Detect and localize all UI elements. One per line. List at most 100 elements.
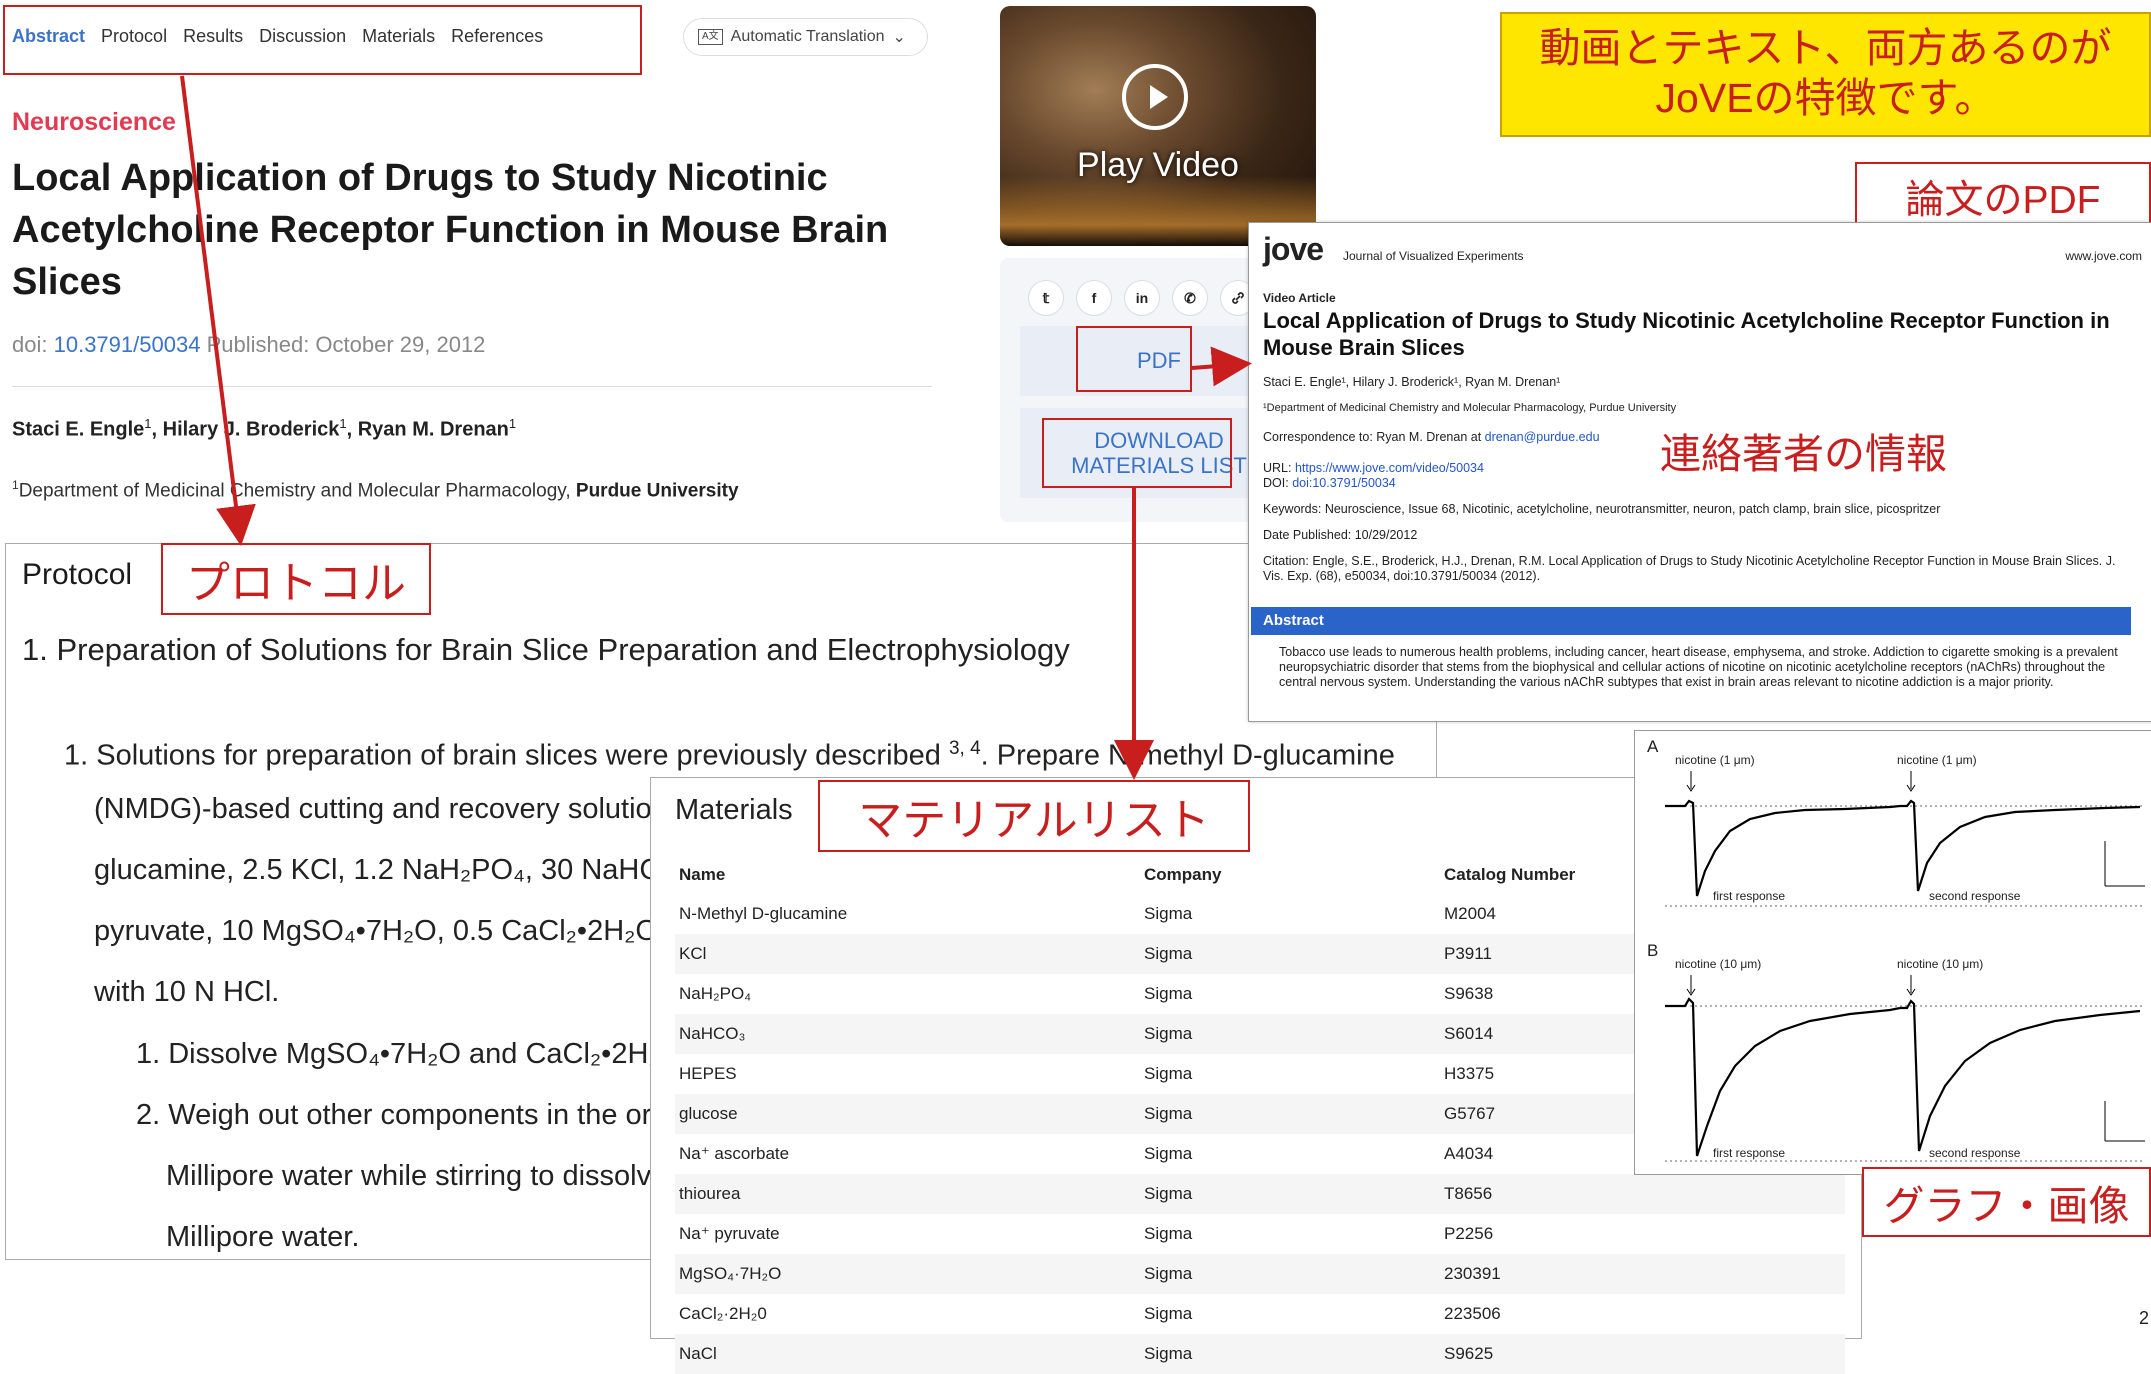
nav-highlight-box [3,5,642,75]
pdf-journal-name: Journal of Visualized Experiments [1343,249,1524,263]
cell-catalog: S9625 [1440,1334,1845,1374]
share-row: 𝕥 f in ✆ [1028,280,1256,316]
protocol-heading: Protocol [22,558,133,591]
doi-row: doi: 10.3791/50034 Published: October 29… [12,332,485,358]
cell-name: Na⁺ pyruvate [679,1224,780,1243]
pdf-url-link[interactable]: https://www.jove.com/video/50034 [1295,461,1484,475]
pdf-date: Date Published: 10/29/2012 [1263,528,1418,542]
affiliation: 1Department of Medicinal Chemistry and M… [12,478,739,502]
linkedin-icon[interactable]: in [1124,280,1160,316]
affiliation-dept: Department of Medicinal Chemistry and Mo… [18,480,571,502]
page-number: 2 [2138,1308,2149,1328]
automatic-translation-button[interactable]: A文 Automatic Translation ⌄ [683,18,928,56]
table-row: NaCl Sigma S9625 [675,1334,1845,1374]
author-sup: 1 [144,416,152,431]
pdf-highlight-box [1076,326,1192,392]
pdf-abstract-heading: Abstract [1251,607,2131,635]
callout-protocol: プロトコル [161,543,431,615]
translate-icon: A文 [698,29,723,45]
protocol-substep-1: 1. Dissolve MgSO₄•7H₂O and CaCl₂•2H₂ [136,1038,660,1070]
cell-catalog: T8656 [1440,1174,1845,1214]
cell-name: thiourea [675,1174,1140,1214]
category-label[interactable]: Neuroscience [12,108,176,137]
table-row: MgSO₄·7H₂O Sigma 230391 [675,1254,1845,1294]
pdf-affiliation: ¹Department of Medicinal Chemistry and M… [1263,402,1677,414]
protocol-step-1-1-text-b: . Prepare N-methyl D-glucamine [980,739,1395,772]
table-row: Na⁺ pyruvate Sigma P2256 [675,1214,1845,1254]
cell-company: Sigma [1144,1064,1193,1083]
pdf-authors: Staci E. Engle¹, Hilary J. Broderick¹, R… [1263,375,1561,389]
pdf-email-link[interactable]: drenan@purdue.edu [1485,430,1600,444]
pdf-doi-label: DOI: [1263,476,1289,490]
callout-contact: 連絡著者の情報 [1660,431,1947,477]
cell-name: KCl [675,934,1140,974]
pdf-url-label: URL: [1263,461,1292,475]
cell-name: NaCl [675,1334,1140,1374]
video-player[interactable]: Play Video [1000,6,1316,246]
cell-catalog: 230391 [1440,1254,1845,1294]
cell-company: Sigma [1140,1174,1440,1214]
cell-name: Na⁺ ascorbate [679,1144,790,1163]
author-sup: 1 [339,416,347,431]
callout-graphs-label: グラフ・画像 [1883,1183,2130,1229]
protocol-step-1-1-text: 1. Solutions for preparation of brain sl… [64,739,941,772]
protocol-line: (NMDG)-based cutting and recovery soluti… [94,793,652,825]
published-date: Published: October 29, 2012 [206,332,486,357]
cell-name: N-Methyl D-glucamine [679,904,848,923]
cell-company: Sigma [1144,904,1193,923]
pdf-doi-link[interactable]: doi:10.3791/50034 [1292,476,1396,490]
protocol-line: Millipore water while stirring to dissol… [166,1160,652,1192]
protocol-line: with 10 N HCl. [94,976,280,1008]
jove-logo: jove [1263,231,1324,267]
column-header-company: Company [1144,865,1222,884]
author-name[interactable]: Ryan M. Drenan [358,419,509,441]
cell-company: Sigma [1144,1304,1193,1323]
cell-name: MgSO₄·7H₂O [675,1254,1140,1294]
cell-catalog: P2256 [1444,1224,1494,1243]
automatic-translation-label: Automatic Translation [730,28,885,45]
author-sup: 1 [508,416,517,431]
play-video-label[interactable]: Play Video [1000,146,1316,185]
figure-panel: A B nicotine (1 μm) nicotine (1 μm) nico… [1634,730,2151,1175]
table-row: thiourea Sigma T8656 [675,1174,1845,1214]
cell-company: Sigma [1144,1144,1193,1163]
twitter-icon[interactable]: 𝕥 [1028,280,1064,316]
pdf-title: Local Application of Drugs to Study Nico… [1263,308,2110,360]
cell-company: Sigma [1140,1014,1440,1054]
cell-company: Sigma [1144,984,1193,1003]
cell-company: Sigma [1140,1094,1440,1134]
divider [12,386,932,387]
cell-name: CaCl₂·2H₂0 [679,1304,767,1323]
doi-link[interactable]: 10.3791/50034 [54,332,201,357]
callout-graphs: グラフ・画像 [1862,1167,2151,1237]
chevron-down-icon: ⌄ [892,29,906,46]
pdf-site: www.jove.com [2065,249,2142,263]
cell-company: Sigma [1140,1334,1440,1374]
author-name[interactable]: Staci E. Engle [12,419,144,441]
affiliation-sup: 1 [12,478,19,492]
facebook-icon[interactable]: f [1076,280,1112,316]
protocol-substep-2: 2. Weigh out other components in the or [136,1099,652,1131]
cell-company: Sigma [1144,1224,1193,1243]
cell-name: NaH₂PO₄ [679,984,752,1003]
cell-catalog: 223506 [1444,1304,1501,1323]
callout-materials-label: マテリアルリスト [858,796,1210,845]
callout-pdf-paper-label: 論文のPDF [1905,179,2101,222]
pdf-abstract-text: Tobacco use leads to numerous health pro… [1279,645,2118,689]
pdf-article-kind: Video Article [1263,291,1336,305]
cell-name: glucose [675,1094,1140,1134]
cell-company: Sigma [1140,1254,1440,1294]
pdf-correspondence-label: Correspondence to: Ryan M. Drenan at [1263,430,1482,444]
pdf-doi: DOI: doi:10.3791/50034 [1263,476,1396,490]
reference-sup[interactable]: 3, 4 [949,738,981,759]
cell-name: HEPES [679,1064,737,1083]
cell-company: Sigma [1140,934,1440,974]
play-icon[interactable] [1122,64,1188,130]
protocol-line: pyruvate, 10 MgSO₄•7H₂O, 0.5 CaCl₂•2H₂O. [94,915,667,947]
wechat-icon[interactable]: ✆ [1172,280,1208,316]
yellow-note: 動画とテキスト、両方あるのが JoVEの特徴です。 [1500,12,2151,137]
author-name[interactable]: Hilary J. Broderick [163,419,340,441]
protocol-line: glucamine, 2.5 KCl, 1.2 NaH₂PO₄, 30 NaHC… [94,854,683,886]
doi-label: doi: [12,332,48,357]
callout-materials: マテリアルリスト [818,780,1250,852]
